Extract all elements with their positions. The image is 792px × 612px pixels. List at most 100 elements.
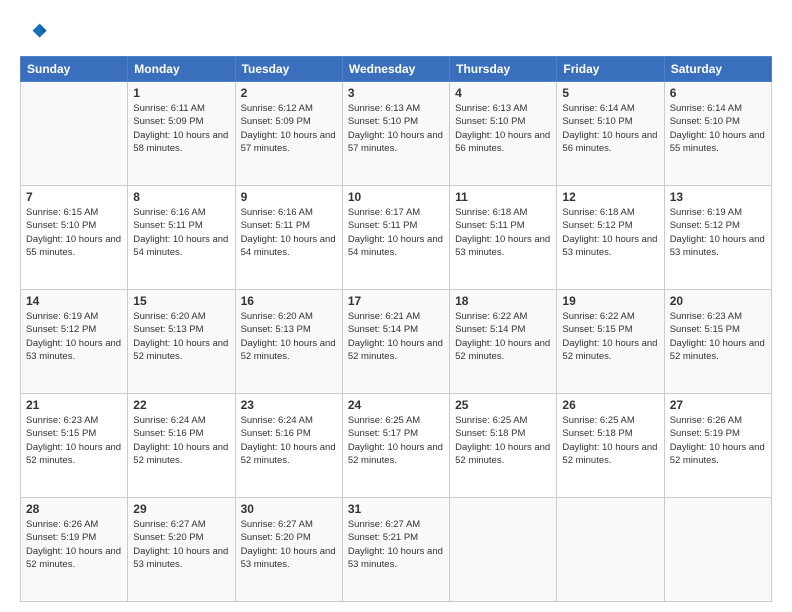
day-number: 31: [348, 502, 444, 516]
day-info: Sunrise: 6:20 AM Sunset: 5:13 PM Dayligh…: [241, 310, 337, 363]
calendar-cell: 20 Sunrise: 6:23 AM Sunset: 5:15 PM Dayli…: [664, 290, 771, 394]
calendar-cell: 11 Sunrise: 6:18 AM Sunset: 5:11 PM Dayli…: [450, 186, 557, 290]
day-number: 20: [670, 294, 766, 308]
calendar-cell: [21, 82, 128, 186]
day-info: Sunrise: 6:19 AM Sunset: 5:12 PM Dayligh…: [26, 310, 122, 363]
calendar-cell: 4 Sunrise: 6:13 AM Sunset: 5:10 PM Daylig…: [450, 82, 557, 186]
day-number: 29: [133, 502, 229, 516]
day-number: 28: [26, 502, 122, 516]
day-info: Sunrise: 6:12 AM Sunset: 5:09 PM Dayligh…: [241, 102, 337, 155]
day-number: 1: [133, 86, 229, 100]
calendar-cell: 15 Sunrise: 6:20 AM Sunset: 5:13 PM Dayli…: [128, 290, 235, 394]
day-info: Sunrise: 6:16 AM Sunset: 5:11 PM Dayligh…: [241, 206, 337, 259]
day-info: Sunrise: 6:27 AM Sunset: 5:20 PM Dayligh…: [133, 518, 229, 571]
calendar-header-row: SundayMondayTuesdayWednesdayThursdayFrid…: [21, 57, 772, 82]
weekday-header-monday: Monday: [128, 57, 235, 82]
calendar-cell: 16 Sunrise: 6:20 AM Sunset: 5:13 PM Dayli…: [235, 290, 342, 394]
day-number: 11: [455, 190, 551, 204]
day-info: Sunrise: 6:22 AM Sunset: 5:14 PM Dayligh…: [455, 310, 551, 363]
day-info: Sunrise: 6:11 AM Sunset: 5:09 PM Dayligh…: [133, 102, 229, 155]
calendar-cell: 19 Sunrise: 6:22 AM Sunset: 5:15 PM Dayli…: [557, 290, 664, 394]
calendar-cell: 8 Sunrise: 6:16 AM Sunset: 5:11 PM Daylig…: [128, 186, 235, 290]
day-info: Sunrise: 6:25 AM Sunset: 5:17 PM Dayligh…: [348, 414, 444, 467]
page: SundayMondayTuesdayWednesdayThursdayFrid…: [0, 0, 792, 612]
calendar-table: SundayMondayTuesdayWednesdayThursdayFrid…: [20, 56, 772, 602]
calendar-cell: 21 Sunrise: 6:23 AM Sunset: 5:15 PM Dayli…: [21, 394, 128, 498]
day-number: 2: [241, 86, 337, 100]
day-number: 10: [348, 190, 444, 204]
day-info: Sunrise: 6:26 AM Sunset: 5:19 PM Dayligh…: [26, 518, 122, 571]
week-row-2: 7 Sunrise: 6:15 AM Sunset: 5:10 PM Daylig…: [21, 186, 772, 290]
day-info: Sunrise: 6:22 AM Sunset: 5:15 PM Dayligh…: [562, 310, 658, 363]
day-number: 21: [26, 398, 122, 412]
week-row-3: 14Sunrise: 6:19 AM Sunset: 5:12 PM Dayli…: [21, 290, 772, 394]
calendar-cell: [450, 498, 557, 602]
logo: [20, 18, 50, 46]
day-number: 4: [455, 86, 551, 100]
calendar-cell: 13Sunrise: 6:19 AM Sunset: 5:12 PM Dayli…: [664, 186, 771, 290]
day-info: Sunrise: 6:25 AM Sunset: 5:18 PM Dayligh…: [455, 414, 551, 467]
day-info: Sunrise: 6:19 AM Sunset: 5:12 PM Dayligh…: [670, 206, 766, 259]
day-info: Sunrise: 6:24 AM Sunset: 5:16 PM Dayligh…: [241, 414, 337, 467]
week-row-1: 1 Sunrise: 6:11 AM Sunset: 5:09 PM Daylig…: [21, 82, 772, 186]
weekday-header-friday: Friday: [557, 57, 664, 82]
day-info: Sunrise: 6:20 AM Sunset: 5:13 PM Dayligh…: [133, 310, 229, 363]
day-number: 9: [241, 190, 337, 204]
calendar-cell: 23 Sunrise: 6:24 AM Sunset: 5:16 PM Dayli…: [235, 394, 342, 498]
day-info: Sunrise: 6:26 AM Sunset: 5:19 PM Dayligh…: [670, 414, 766, 467]
calendar-cell: 2 Sunrise: 6:12 AM Sunset: 5:09 PM Daylig…: [235, 82, 342, 186]
day-info: Sunrise: 6:21 AM Sunset: 5:14 PM Dayligh…: [348, 310, 444, 363]
calendar-cell: 14Sunrise: 6:19 AM Sunset: 5:12 PM Dayli…: [21, 290, 128, 394]
calendar-cell: 6 Sunrise: 6:14 AM Sunset: 5:10 PM Daylig…: [664, 82, 771, 186]
day-number: 8: [133, 190, 229, 204]
day-number: 12: [562, 190, 658, 204]
calendar-cell: 7 Sunrise: 6:15 AM Sunset: 5:10 PM Daylig…: [21, 186, 128, 290]
day-info: Sunrise: 6:14 AM Sunset: 5:10 PM Dayligh…: [562, 102, 658, 155]
day-number: 19: [562, 294, 658, 308]
calendar-cell: [664, 498, 771, 602]
day-number: 26: [562, 398, 658, 412]
weekday-header-sunday: Sunday: [21, 57, 128, 82]
day-number: 5: [562, 86, 658, 100]
day-info: Sunrise: 6:23 AM Sunset: 5:15 PM Dayligh…: [26, 414, 122, 467]
day-number: 15: [133, 294, 229, 308]
day-number: 25: [455, 398, 551, 412]
day-info: Sunrise: 6:23 AM Sunset: 5:15 PM Dayligh…: [670, 310, 766, 363]
day-info: Sunrise: 6:18 AM Sunset: 5:12 PM Dayligh…: [562, 206, 658, 259]
day-info: Sunrise: 6:16 AM Sunset: 5:11 PM Dayligh…: [133, 206, 229, 259]
day-info: Sunrise: 6:15 AM Sunset: 5:10 PM Dayligh…: [26, 206, 122, 259]
weekday-header-tuesday: Tuesday: [235, 57, 342, 82]
weekday-header-thursday: Thursday: [450, 57, 557, 82]
day-number: 24: [348, 398, 444, 412]
weekday-header-wednesday: Wednesday: [342, 57, 449, 82]
day-info: Sunrise: 6:14 AM Sunset: 5:10 PM Dayligh…: [670, 102, 766, 155]
day-info: Sunrise: 6:24 AM Sunset: 5:16 PM Dayligh…: [133, 414, 229, 467]
day-info: Sunrise: 6:27 AM Sunset: 5:21 PM Dayligh…: [348, 518, 444, 571]
calendar-cell: [557, 498, 664, 602]
day-number: 6: [670, 86, 766, 100]
calendar-cell: 26 Sunrise: 6:25 AM Sunset: 5:18 PM Dayli…: [557, 394, 664, 498]
calendar-cell: 5 Sunrise: 6:14 AM Sunset: 5:10 PM Daylig…: [557, 82, 664, 186]
day-info: Sunrise: 6:27 AM Sunset: 5:20 PM Dayligh…: [241, 518, 337, 571]
calendar-cell: 1 Sunrise: 6:11 AM Sunset: 5:09 PM Daylig…: [128, 82, 235, 186]
calendar-cell: 12 Sunrise: 6:18 AM Sunset: 5:12 PM Dayli…: [557, 186, 664, 290]
calendar-cell: 24 Sunrise: 6:25 AM Sunset: 5:17 PM Dayli…: [342, 394, 449, 498]
day-number: 3: [348, 86, 444, 100]
day-info: Sunrise: 6:13 AM Sunset: 5:10 PM Dayligh…: [455, 102, 551, 155]
calendar-cell: 3 Sunrise: 6:13 AM Sunset: 5:10 PM Daylig…: [342, 82, 449, 186]
day-number: 17: [348, 294, 444, 308]
day-number: 30: [241, 502, 337, 516]
day-number: 23: [241, 398, 337, 412]
day-number: 18: [455, 294, 551, 308]
day-info: Sunrise: 6:25 AM Sunset: 5:18 PM Dayligh…: [562, 414, 658, 467]
weekday-header-saturday: Saturday: [664, 57, 771, 82]
day-info: Sunrise: 6:18 AM Sunset: 5:11 PM Dayligh…: [455, 206, 551, 259]
calendar-cell: 22Sunrise: 6:24 AM Sunset: 5:16 PM Dayli…: [128, 394, 235, 498]
week-row-5: 28 Sunrise: 6:26 AM Sunset: 5:19 PM Dayli…: [21, 498, 772, 602]
calendar-cell: 29 Sunrise: 6:27 AM Sunset: 5:20 PM Dayli…: [128, 498, 235, 602]
day-info: Sunrise: 6:13 AM Sunset: 5:10 PM Dayligh…: [348, 102, 444, 155]
header: [20, 18, 772, 46]
day-number: 7: [26, 190, 122, 204]
day-number: 16: [241, 294, 337, 308]
calendar-cell: 27Sunrise: 6:26 AM Sunset: 5:19 PM Dayli…: [664, 394, 771, 498]
